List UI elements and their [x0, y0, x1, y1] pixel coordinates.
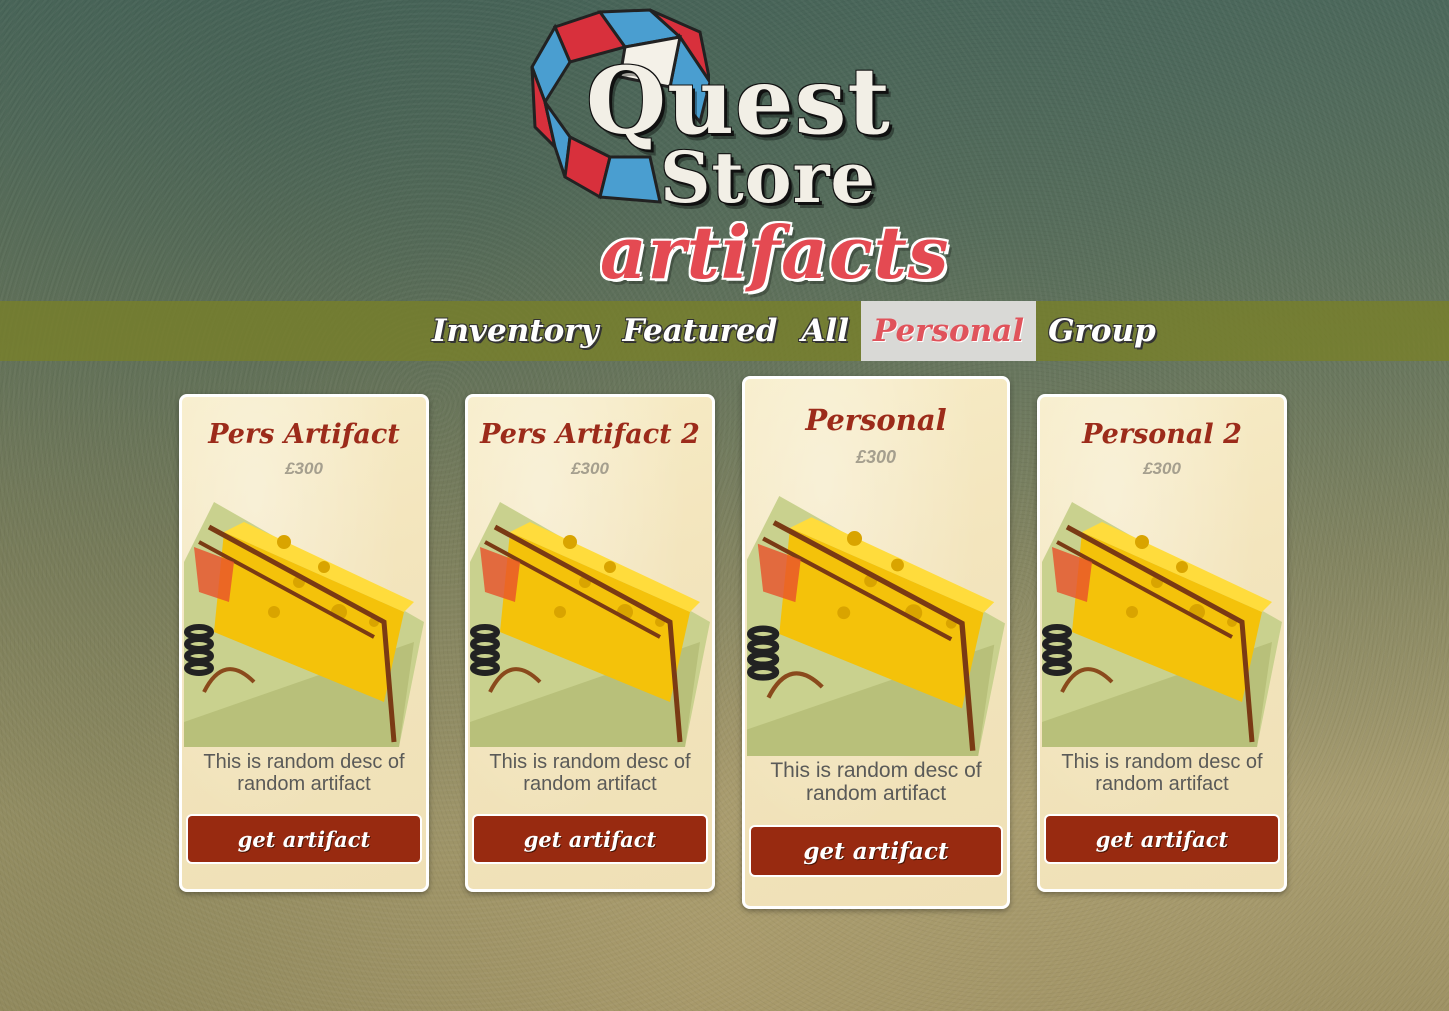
tab-featured[interactable]: Featured: [611, 301, 790, 361]
get-artifact-button[interactable]: get artifact: [474, 816, 706, 862]
artifact-image: [470, 502, 710, 747]
mousetrap-cheese-icon: [747, 496, 1005, 756]
artifact-title: Pers Artifact 2: [480, 419, 700, 450]
tab-group[interactable]: Group: [1036, 301, 1168, 361]
artifact-price: £300: [855, 447, 897, 467]
artifact-image: [184, 502, 424, 747]
get-artifact-button[interactable]: get artifact: [751, 827, 1001, 875]
artifact-price: £300: [1143, 459, 1181, 478]
artifact-image: [1042, 502, 1282, 747]
artifact-card: Personal £300 This is random desc of ran…: [742, 376, 1010, 909]
logo-title-store: Store: [660, 136, 876, 219]
artifact-description: This is random desc of random artifact: [489, 751, 691, 795]
artifact-description: This is random desc of random artifact: [1061, 751, 1263, 795]
artifact-title: Pers Artifact: [208, 419, 400, 450]
artifact-card: Personal 2 £300 This is random desc of r…: [1037, 394, 1287, 892]
tab-inventory[interactable]: Inventory: [420, 301, 611, 361]
logo-title-quest: Quest: [586, 47, 891, 155]
artifact-image: [747, 496, 1005, 756]
quest-store-logo: Quest Store artifacts: [528, 5, 958, 295]
category-nav: Inventory Featured All Personal Group: [0, 301, 1449, 361]
mousetrap-cheese-icon: [1042, 502, 1282, 747]
artifact-title: Personal 2: [1082, 419, 1242, 450]
artifact-card: Pers Artifact 2 £300 This is random desc…: [465, 394, 715, 892]
mousetrap-cheese-icon: [184, 502, 424, 747]
tab-all[interactable]: All: [789, 301, 861, 361]
artifact-description: This is random desc of random artifact: [203, 751, 405, 795]
artifact-description: This is random desc of random artifact: [770, 759, 982, 805]
mousetrap-cheese-icon: [470, 502, 710, 747]
artifact-title: Personal: [805, 403, 947, 437]
artifact-card: Pers Artifact £300 This is random desc o…: [179, 394, 429, 892]
get-artifact-button[interactable]: get artifact: [1046, 816, 1278, 862]
get-artifact-button[interactable]: get artifact: [188, 816, 420, 862]
nav-items: Inventory Featured All Personal Group: [420, 301, 1168, 361]
page-subtitle: artifacts: [600, 210, 950, 295]
artifact-price: £300: [571, 459, 609, 478]
artifact-price: £300: [285, 459, 323, 478]
tab-personal[interactable]: Personal: [860, 301, 1037, 361]
